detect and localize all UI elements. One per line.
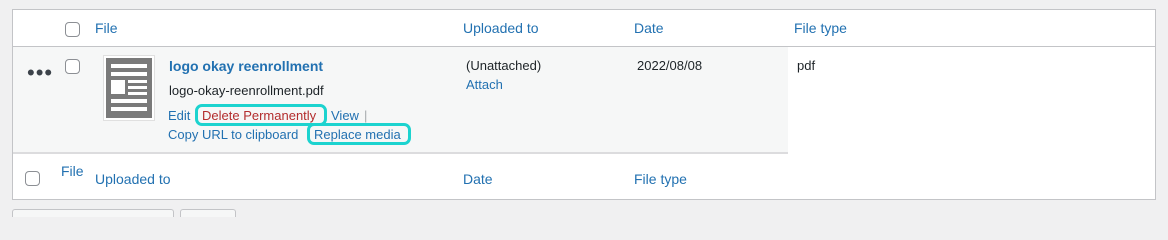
- select-all-checkbox-footer[interactable]: [25, 171, 40, 186]
- footer-column-file-type[interactable]: File type: [634, 171, 687, 187]
- attach-link[interactable]: Attach: [466, 77, 503, 92]
- uploaded-to-value: (Unattached): [466, 58, 542, 73]
- date-value: 2022/08/08: [637, 58, 703, 73]
- column-uploaded-to[interactable]: Uploaded to: [463, 20, 539, 36]
- copy-url-link[interactable]: Copy URL to clipboard: [168, 127, 298, 142]
- file-title-link[interactable]: logo okay reenrollment: [169, 58, 323, 74]
- media-list-table: File Uploaded to Date File type ••• logo…: [12, 9, 1156, 200]
- column-file-type[interactable]: File type: [794, 20, 847, 36]
- table-footer: File Uploaded to Date File type: [13, 153, 1155, 199]
- edit-link[interactable]: Edit: [168, 108, 190, 123]
- file-type-value: pdf: [797, 58, 816, 73]
- footer-column-date[interactable]: Date: [463, 171, 493, 187]
- row-checkbox[interactable]: [65, 59, 80, 74]
- document-icon[interactable]: [103, 55, 155, 121]
- column-date[interactable]: Date: [634, 20, 664, 36]
- action-separator: |: [364, 108, 368, 123]
- column-file[interactable]: File: [95, 20, 118, 36]
- footer-column-uploaded-to[interactable]: Uploaded to: [95, 171, 171, 187]
- view-link[interactable]: View: [331, 108, 359, 123]
- row-blank-area: [788, 47, 1155, 153]
- document-icon-graphic: [106, 58, 152, 118]
- table-header: File Uploaded to Date File type: [13, 10, 1155, 47]
- bulk-actions-select[interactable]: [12, 209, 174, 217]
- apply-button[interactable]: [180, 209, 236, 217]
- replace-media-link[interactable]: Replace media: [314, 127, 401, 142]
- ellipsis-icon[interactable]: •••: [27, 62, 53, 84]
- footer-column-file[interactable]: File: [61, 163, 84, 179]
- delete-permanently-link[interactable]: Delete Permanently: [202, 108, 316, 123]
- select-all-checkbox[interactable]: [65, 22, 80, 37]
- file-name: logo-okay-reenrollment.pdf: [169, 83, 324, 98]
